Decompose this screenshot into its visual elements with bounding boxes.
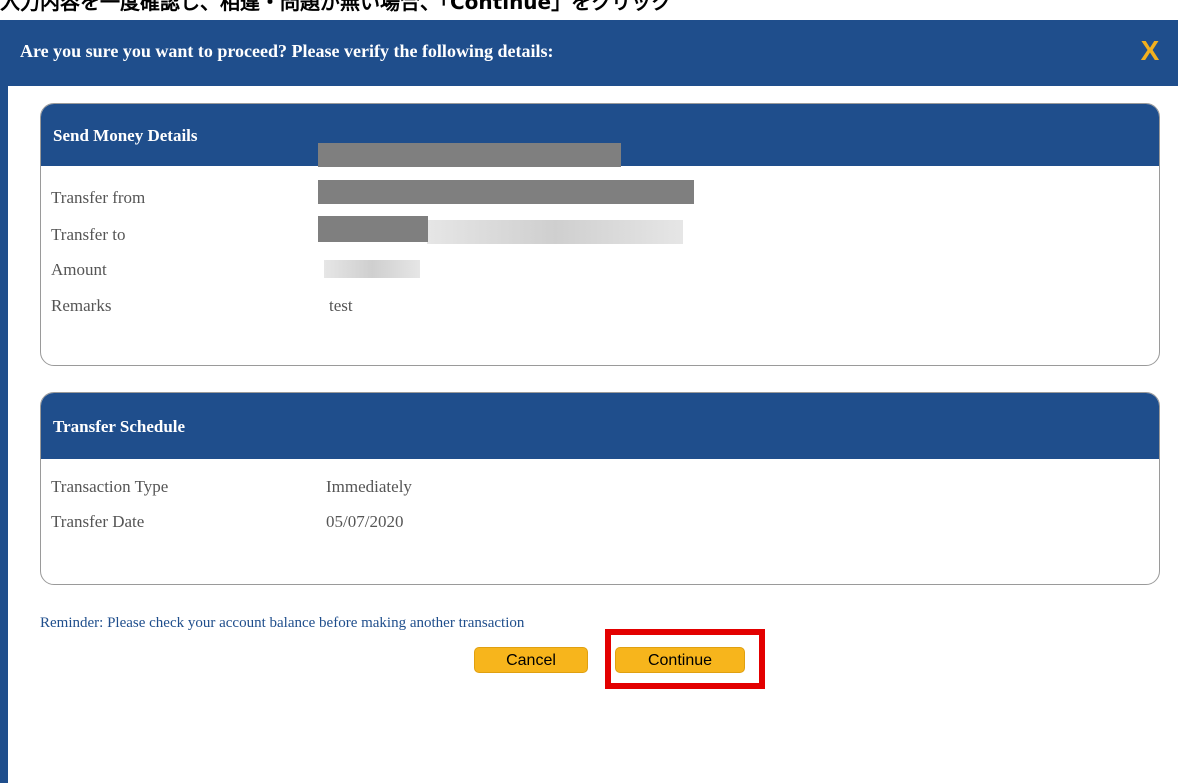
panel-title: Send Money Details [53,126,198,145]
redacted-value [318,216,428,242]
row-value: 05/07/2020 [326,512,404,531]
highlight-box [605,629,765,689]
redacted-value [318,143,621,167]
cancel-button[interactable]: Cancel [474,647,588,673]
close-icon[interactable]: X [1134,34,1166,68]
row-value: test [329,296,353,315]
redacted-value [324,260,420,278]
transfer-schedule-panel: Transfer Schedule Transaction Type Immed… [40,392,1160,585]
row-label: Transfer from [51,188,146,207]
panel-header: Transfer Schedule [41,393,1159,459]
row-label: Transaction Type [51,477,169,496]
send-money-details-panel: Send Money Details Transfer from Transfe… [40,103,1160,366]
row-label: Remarks [51,296,112,315]
dialog-title: Are you sure you want to proceed? Please… [20,41,554,61]
redacted-value [318,180,694,204]
reminder-text: Reminder: Please check your account bala… [40,615,525,631]
row-label: Transfer to [51,225,126,244]
row-value: Immediately [326,477,412,496]
row-label: Amount [51,260,107,279]
confirm-dialog: Are you sure you want to proceed? Please… [0,20,1178,783]
row-label: Transfer Date [51,512,145,531]
instruction-text: 入力内容を一度確認し、相違・問題が無い場合、「Continue」をクリック [0,0,672,12]
panel-title: Transfer Schedule [53,417,186,436]
redacted-value [427,220,683,244]
dialog-titlebar: Are you sure you want to proceed? Please… [0,20,1178,86]
